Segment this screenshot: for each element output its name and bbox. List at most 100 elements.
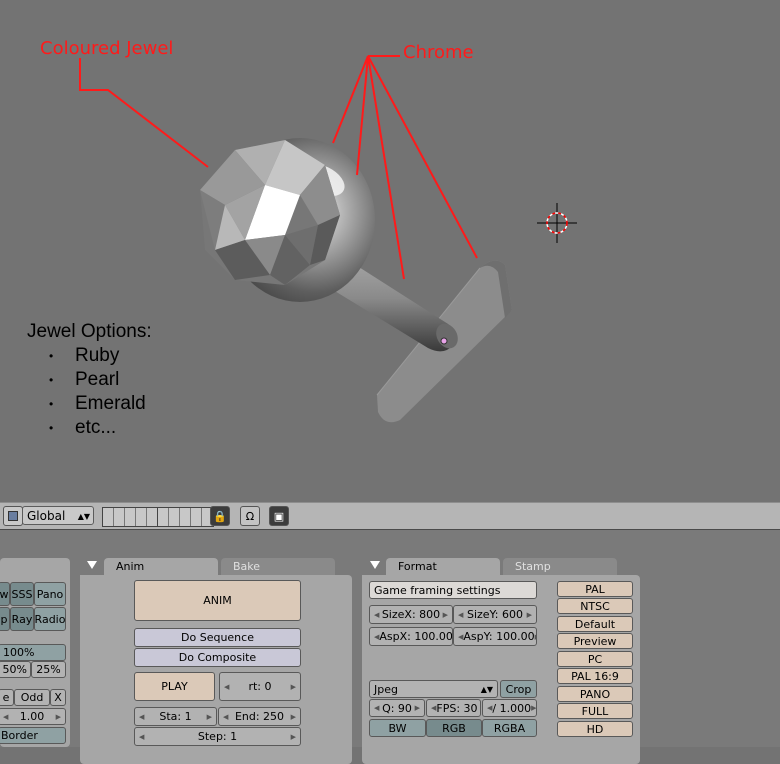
size-x-field[interactable]: ◀ SizeX: 800 ▶	[369, 605, 453, 624]
end-frame-value: End: 250	[235, 710, 284, 723]
asp-y-field[interactable]: ◀ AspY: 100.00 ▶	[453, 627, 537, 646]
preset-preview[interactable]: Preview	[557, 633, 633, 649]
fps-field[interactable]: ◀ FPS: 30	[426, 699, 481, 717]
quality-value: Q: 90	[382, 702, 412, 715]
size-y-value: SizeY: 600	[467, 608, 523, 621]
tab-format[interactable]: Format	[386, 558, 500, 575]
toggle-ray[interactable]: Ray	[10, 607, 34, 631]
updown-arrows-icon: ▲▼	[78, 507, 90, 526]
size-y-field[interactable]: ◀ SizeY: 600 ▶	[453, 605, 537, 624]
orientation-icon[interactable]	[3, 506, 23, 526]
fps-value: FPS: 30	[436, 702, 477, 715]
increment-arrow-icon[interactable]: ▶	[415, 704, 420, 712]
toggle-w[interactable]: w	[0, 582, 10, 606]
asp-x-field[interactable]: ◀ AspX: 100.00 ▶	[369, 627, 453, 646]
preset-default[interactable]: Default	[557, 616, 633, 632]
toggle-odd[interactable]: Odd	[14, 689, 50, 706]
increment-arrow-icon[interactable]: ▶	[291, 733, 296, 741]
increment-arrow-icon[interactable]: ▶	[291, 683, 296, 691]
increment-arrow-icon[interactable]: ▶	[207, 713, 212, 721]
3d-viewport[interactable]: Coloured Jewel Chrome Jewel Options: Rub…	[0, 0, 780, 502]
orientation-select-value: Global	[27, 509, 65, 523]
tab-stamp[interactable]: Stamp	[503, 558, 617, 575]
preset-pal-16-9[interactable]: PAL 16:9	[557, 668, 633, 684]
preset-pano[interactable]: PANO	[557, 686, 633, 702]
jewel-option: Pearl	[27, 368, 152, 392]
layer-buttons-group-2[interactable]	[157, 507, 214, 527]
preset-hd[interactable]: HD	[557, 721, 633, 737]
bw-toggle[interactable]: BW	[369, 719, 426, 737]
decrement-arrow-icon[interactable]: ◀	[223, 713, 228, 721]
border-button[interactable]: Border	[0, 727, 66, 744]
decrement-arrow-icon[interactable]: ◀	[3, 713, 8, 721]
rt-value: rt: 0	[248, 680, 271, 693]
preset-ntsc[interactable]: NTSC	[557, 598, 633, 614]
updown-arrows-icon: ▲▼	[481, 685, 493, 694]
fps-base-value: / 1.000	[492, 702, 531, 715]
scale-25-button[interactable]: 25%	[31, 661, 66, 678]
3d-cursor-icon	[537, 203, 577, 243]
increment-arrow-icon[interactable]: ▶	[291, 713, 296, 721]
collapse-triangle-icon[interactable]	[370, 561, 380, 569]
rgb-toggle[interactable]: RGB	[426, 719, 482, 737]
jewel-options-title: Jewel Options:	[27, 320, 152, 344]
play-button[interactable]: PLAY	[134, 672, 215, 701]
increment-arrow-icon[interactable]: ▶	[535, 633, 537, 641]
layer-buttons-group-1[interactable]	[102, 507, 159, 527]
decrement-arrow-icon[interactable]: ◀	[458, 611, 463, 619]
step-value: Step: 1	[198, 730, 237, 743]
annotation-chrome: Chrome	[403, 42, 474, 63]
scale-50-button[interactable]: 50%	[0, 661, 31, 678]
crop-toggle[interactable]: Crop	[500, 680, 537, 698]
coloured-jewel	[200, 140, 340, 285]
render-preview-icon[interactable]: ▣	[269, 506, 289, 526]
rgba-toggle[interactable]: RGBA	[482, 719, 537, 737]
increment-arrow-icon[interactable]: ▶	[527, 611, 532, 619]
fps-base-field[interactable]: ◀ / 1.000 ▶	[482, 699, 537, 717]
decrement-arrow-icon[interactable]: ◀	[374, 611, 379, 619]
rt-field[interactable]: ◀ rt: 0 ▶	[219, 672, 301, 701]
filter-size-field[interactable]: ◀ 1.00 ▶	[0, 708, 66, 725]
magnet-icon[interactable]: Ω	[240, 506, 260, 526]
viewport-header: Global ▲▼ 🔒 Ω ▣	[0, 502, 780, 531]
size-x-value: SizeX: 800	[382, 608, 440, 621]
step-field[interactable]: ◀ Step: 1 ▶	[134, 727, 301, 746]
toggle-sss[interactable]: SSS	[10, 582, 34, 606]
tab-bake[interactable]: Bake	[221, 558, 335, 575]
anim-render-button[interactable]: ANIM	[134, 580, 301, 621]
scale-100-button[interactable]: 100%	[0, 644, 66, 661]
filter-size-value: 1.00	[20, 710, 45, 723]
jewel-option: Ruby	[27, 344, 152, 368]
asp-x-value: AspX: 100.00	[379, 630, 452, 643]
decrement-arrow-icon[interactable]: ◀	[224, 683, 229, 691]
decrement-arrow-icon[interactable]: ◀	[374, 704, 379, 712]
tab-anim[interactable]: Anim	[104, 558, 218, 575]
increment-arrow-icon[interactable]: ▶	[56, 713, 61, 721]
increment-arrow-icon[interactable]: ▶	[443, 611, 448, 619]
file-type-select[interactable]: Jpeg ▲▼	[369, 680, 498, 698]
asp-y-value: AspY: 100.00	[463, 630, 534, 643]
jewel-option: etc...	[27, 416, 152, 440]
game-framing-settings-button[interactable]: Game framing settings	[369, 581, 537, 599]
toggle-fields-e[interactable]: e	[0, 689, 14, 706]
start-frame-field[interactable]: ◀ Sta: 1 ▶	[134, 707, 217, 726]
toggle-x[interactable]: X	[50, 689, 66, 706]
preset-full[interactable]: FULL	[557, 703, 633, 719]
decrement-arrow-icon[interactable]: ◀	[139, 733, 144, 741]
preset-pal[interactable]: PAL	[557, 581, 633, 597]
increment-arrow-icon[interactable]: ▶	[531, 704, 536, 712]
end-frame-field[interactable]: ◀ End: 250 ▶	[218, 707, 301, 726]
toggle-radio[interactable]: Radio	[34, 607, 66, 631]
preset-pc[interactable]: PC	[557, 651, 633, 667]
orientation-select[interactable]: Global ▲▼	[22, 506, 94, 525]
toggle-pano[interactable]: Pano	[34, 582, 66, 606]
quality-field[interactable]: ◀ Q: 90 ▶	[369, 699, 425, 717]
do-sequence-button[interactable]: Do Sequence	[134, 628, 301, 647]
lock-icon[interactable]: 🔒	[210, 506, 230, 526]
collapse-triangle-icon[interactable]	[87, 561, 97, 569]
do-composite-button[interactable]: Do Composite	[134, 648, 301, 667]
toggle-p[interactable]: p	[0, 607, 10, 631]
annotation-coloured-jewel: Coloured Jewel	[40, 38, 173, 59]
jewel-option: Emerald	[27, 392, 152, 416]
decrement-arrow-icon[interactable]: ◀	[139, 713, 144, 721]
